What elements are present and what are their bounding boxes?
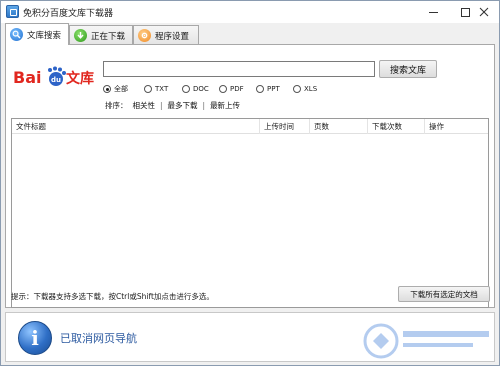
filter-label: 全部 — [114, 85, 128, 93]
search-input[interactable] — [103, 61, 375, 77]
window-title: 免积分百度文库下载器 — [23, 9, 114, 19]
radio-icon — [219, 85, 227, 93]
filter-txt-radio[interactable]: TXT — [144, 83, 168, 95]
filter-pdf-radio[interactable]: PDF — [219, 83, 244, 95]
tab-library-search[interactable]: 文库搜索 — [5, 23, 69, 45]
search-library-button[interactable]: 搜索文库 — [379, 60, 437, 78]
download-arrow-icon — [74, 29, 87, 42]
tab-label: 程序设置 — [155, 31, 190, 42]
logo-text-wenku: 文库 — [66, 70, 94, 87]
close-icon — [479, 7, 488, 17]
sort-separator: | — [202, 100, 206, 110]
tab-label: 正在下载 — [91, 31, 126, 42]
site-watermark-logo — [363, 323, 489, 359]
filter-label: TXT — [155, 85, 169, 93]
multi-select-hint: 提示：下载器支持多选下载，按Ctrl或Shift加点击进行多选。 — [11, 292, 214, 301]
logo-text-du: du — [51, 76, 61, 84]
magnifier-icon — [10, 28, 23, 41]
radio-icon — [256, 85, 264, 93]
filter-all-radio[interactable]: 全部 — [103, 83, 128, 95]
settings-icon — [138, 29, 151, 42]
app-icon — [6, 5, 19, 18]
results-table[interactable]: 文件标题 上传时间 页数 下载次数 操作 — [11, 118, 489, 308]
filter-label: PDF — [230, 85, 244, 93]
radio-icon — [144, 85, 152, 93]
filter-label: DOC — [193, 85, 209, 93]
close-button[interactable] — [468, 1, 499, 23]
sort-options: 排序： 相关性 | 最多下载 | 最新上传 — [105, 99, 240, 111]
search-panel: Bai du 文库 搜索文库 全部 TXT DOC PDF PPT XLS 排序… — [5, 44, 495, 308]
info-icon: i — [18, 321, 52, 355]
tab-program-settings[interactable]: 程序设置 — [133, 25, 199, 45]
filter-xls-radio[interactable]: XLS — [293, 83, 317, 95]
download-selected-button[interactable]: 下载所有选定的文档 — [398, 286, 490, 302]
radio-selected-icon — [103, 85, 111, 93]
sort-most-downloads-link[interactable]: 最多下载 — [168, 100, 198, 111]
column-header-file-title[interactable]: 文件标题 — [12, 119, 260, 134]
app-window: 免积分百度文库下载器 文库搜索 正在下载 程序设置 Bai du 文库 搜索文库… — [0, 0, 500, 366]
tab-downloading[interactable]: 正在下载 — [69, 25, 133, 45]
radio-icon — [182, 85, 190, 93]
title-bar: 免积分百度文库下载器 — [1, 1, 499, 23]
tab-label: 文库搜索 — [27, 30, 62, 41]
logo-text-bai: Bai — [13, 68, 41, 87]
table-header: 文件标题 上传时间 页数 下载次数 操作 — [12, 119, 488, 134]
tab-bar: 文库搜索 正在下载 程序设置 — [1, 23, 499, 45]
column-header-actions[interactable]: 操作 — [425, 119, 488, 134]
filter-label: XLS — [304, 85, 318, 93]
sort-relevance-link[interactable]: 相关性 — [133, 100, 156, 111]
column-header-download-count[interactable]: 下载次数 — [368, 119, 425, 134]
navigation-cancelled-message: 已取消网页导航 — [60, 332, 137, 345]
radio-icon — [293, 85, 301, 93]
filter-ppt-radio[interactable]: PPT — [256, 83, 280, 95]
column-header-upload-time[interactable]: 上传时间 — [260, 119, 310, 134]
baidu-paw-icon: du — [48, 66, 66, 86]
column-header-pages[interactable]: 页数 — [310, 119, 368, 134]
sort-label: 排序： — [105, 100, 128, 110]
file-type-filter: 全部 TXT DOC PDF PPT XLS — [103, 83, 363, 95]
minimize-icon — [428, 11, 438, 13]
baidu-wenku-logo: Bai du 文库 — [13, 66, 103, 88]
filter-doc-radio[interactable]: DOC — [182, 83, 209, 95]
filter-label: PPT — [267, 85, 280, 93]
sort-separator: | — [160, 100, 163, 110]
minimize-button[interactable] — [417, 1, 449, 23]
sort-latest-upload-link[interactable]: 最新上传 — [210, 100, 240, 111]
